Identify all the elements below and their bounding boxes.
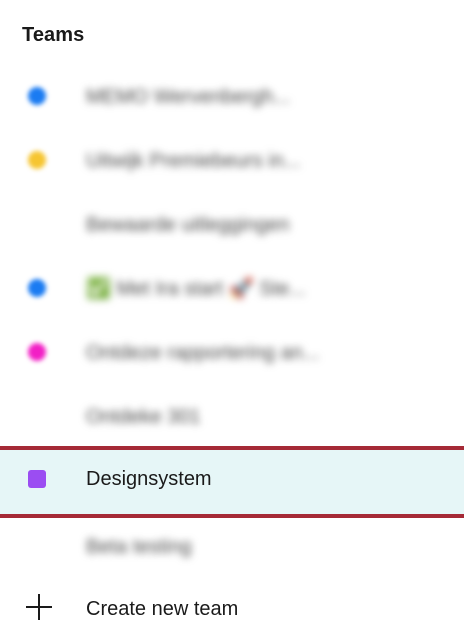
team-item-designsystem[interactable]: Designsystem — [0, 446, 464, 518]
team-item-label: Designsystem — [86, 468, 212, 490]
team-item-5[interactable]: Ontdeze rapportering an... — [0, 320, 464, 384]
team-item-label: Ontdeke 301 — [86, 406, 201, 428]
create-new-team-label: Create new team — [86, 598, 239, 620]
team-item-label: MEMO Wervenbergh... — [86, 86, 291, 108]
plus-icon — [26, 594, 52, 620]
team-item-4[interactable]: ✅ Met Ira start 🚀 Ste... — [0, 256, 464, 320]
team-item-label: Beta testing — [86, 536, 192, 558]
team-item-label: Uitwijk Premiebeurs in... — [86, 150, 301, 172]
team-color-dot — [28, 279, 46, 297]
panel-title: Teams — [22, 24, 85, 46]
team-item-1[interactable]: MEMO Wervenbergh... — [0, 64, 464, 128]
team-item-label: ✅ Met Ira start 🚀 Ste... — [86, 278, 306, 300]
team-item-6[interactable]: Ontdeke 301 — [0, 384, 464, 448]
create-new-team-button[interactable]: Create new team — [0, 576, 464, 640]
team-color-square — [28, 470, 46, 488]
team-color-dot — [28, 87, 46, 105]
team-color-dot — [28, 343, 46, 361]
team-item-8[interactable]: Beta testing — [0, 514, 464, 578]
team-item-label: Ontdeze rapportering an... — [86, 342, 320, 364]
team-item-2[interactable]: Uitwijk Premiebeurs in... — [0, 128, 464, 192]
team-item-3[interactable]: Bewaarde uitleggingen — [0, 192, 464, 256]
team-color-dot — [28, 151, 46, 169]
team-item-label: Bewaarde uitleggingen — [86, 214, 290, 236]
